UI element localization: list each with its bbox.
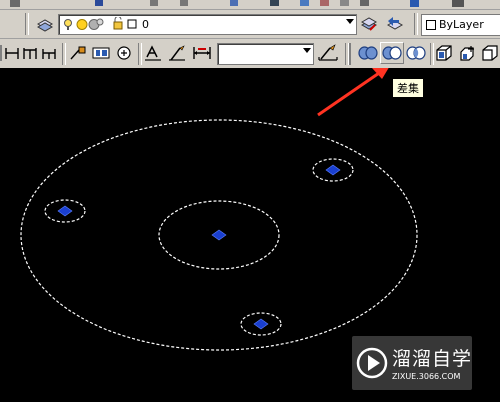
make-layer-current-icon[interactable] (360, 15, 378, 33)
layer-dropdown[interactable]: 0 (58, 14, 357, 35)
toolbar-icon[interactable] (230, 0, 238, 6)
layer-name: 0 (142, 18, 149, 31)
toolbar-icon[interactable] (452, 0, 464, 7)
subtract-tooltip: 差集 (392, 78, 424, 98)
intersect-icon[interactable] (405, 45, 427, 61)
toolbar-separator (138, 43, 142, 65)
toolbar-grip (0, 45, 2, 61)
chevron-down-icon[interactable] (346, 19, 354, 24)
toolbar-row-dimension (0, 39, 500, 68)
quick-leader-icon[interactable] (69, 45, 87, 61)
lineweight-dropdown[interactable]: ByLayer (421, 14, 500, 36)
subtract-icon (382, 46, 402, 60)
union-icon[interactable] (357, 45, 379, 61)
toolbar-icon[interactable] (95, 0, 103, 6)
grip-bottom[interactable] (253, 318, 269, 330)
arrow-annotation (317, 68, 389, 117)
offset-faces-icon[interactable] (480, 44, 500, 62)
grip-top-right[interactable] (325, 164, 341, 176)
toolbar-separator (62, 43, 66, 65)
dimension-text-edit-icon[interactable] (168, 44, 186, 62)
toolbar-icon[interactable] (340, 0, 349, 6)
dimension-update-icon[interactable] (192, 44, 212, 62)
toolbar-separator (414, 13, 418, 35)
dimension-style-icon[interactable] (318, 44, 338, 62)
dimension-ordinate-icon[interactable] (4, 45, 20, 61)
center-mark-icon[interactable] (116, 45, 132, 61)
layer-previous-icon[interactable] (385, 15, 403, 33)
chevron-down-icon[interactable] (303, 48, 311, 53)
toolbar-icon[interactable] (410, 0, 419, 7)
watermark: 溜溜自学 ZIXUE.3066.COM (352, 336, 472, 390)
layer-state-icons (64, 17, 137, 30)
grip-left[interactable] (57, 205, 73, 217)
lineweight-value: ByLayer (439, 18, 484, 31)
grip-center[interactable] (211, 229, 227, 241)
watermark-url: ZIXUE.3066.COM (392, 372, 461, 381)
layers-icon[interactable] (36, 15, 54, 33)
dimension-style-dropdown[interactable] (217, 43, 314, 65)
toolbar-icon[interactable] (320, 0, 329, 6)
subtract-button[interactable] (380, 42, 404, 64)
toolbar-icon[interactable] (150, 0, 158, 6)
toolbar-area: 0 ByLayer (0, 0, 500, 68)
toolbar-icon[interactable] (300, 0, 309, 6)
dimension-continue-icon[interactable] (41, 45, 57, 61)
toolbar-icon[interactable] (360, 0, 369, 6)
toolbar-icon[interactable] (10, 0, 20, 7)
watermark-title: 溜溜自学 (392, 348, 473, 370)
toolbar-icon[interactable] (270, 0, 279, 6)
move-faces-icon[interactable] (457, 44, 477, 62)
extrude-faces-icon[interactable] (434, 44, 454, 62)
tolerance-icon[interactable] (92, 45, 110, 61)
dimension-edit-icon[interactable] (144, 44, 162, 62)
toolbar-icon[interactable] (180, 0, 188, 6)
dimension-baseline-icon[interactable] (22, 45, 38, 61)
checkbox-icon (426, 20, 436, 30)
toolbar-separator (25, 13, 29, 35)
toolbar-grip (349, 43, 351, 65)
toolbar-row-top (0, 0, 500, 10)
play-logo-icon (356, 347, 388, 379)
